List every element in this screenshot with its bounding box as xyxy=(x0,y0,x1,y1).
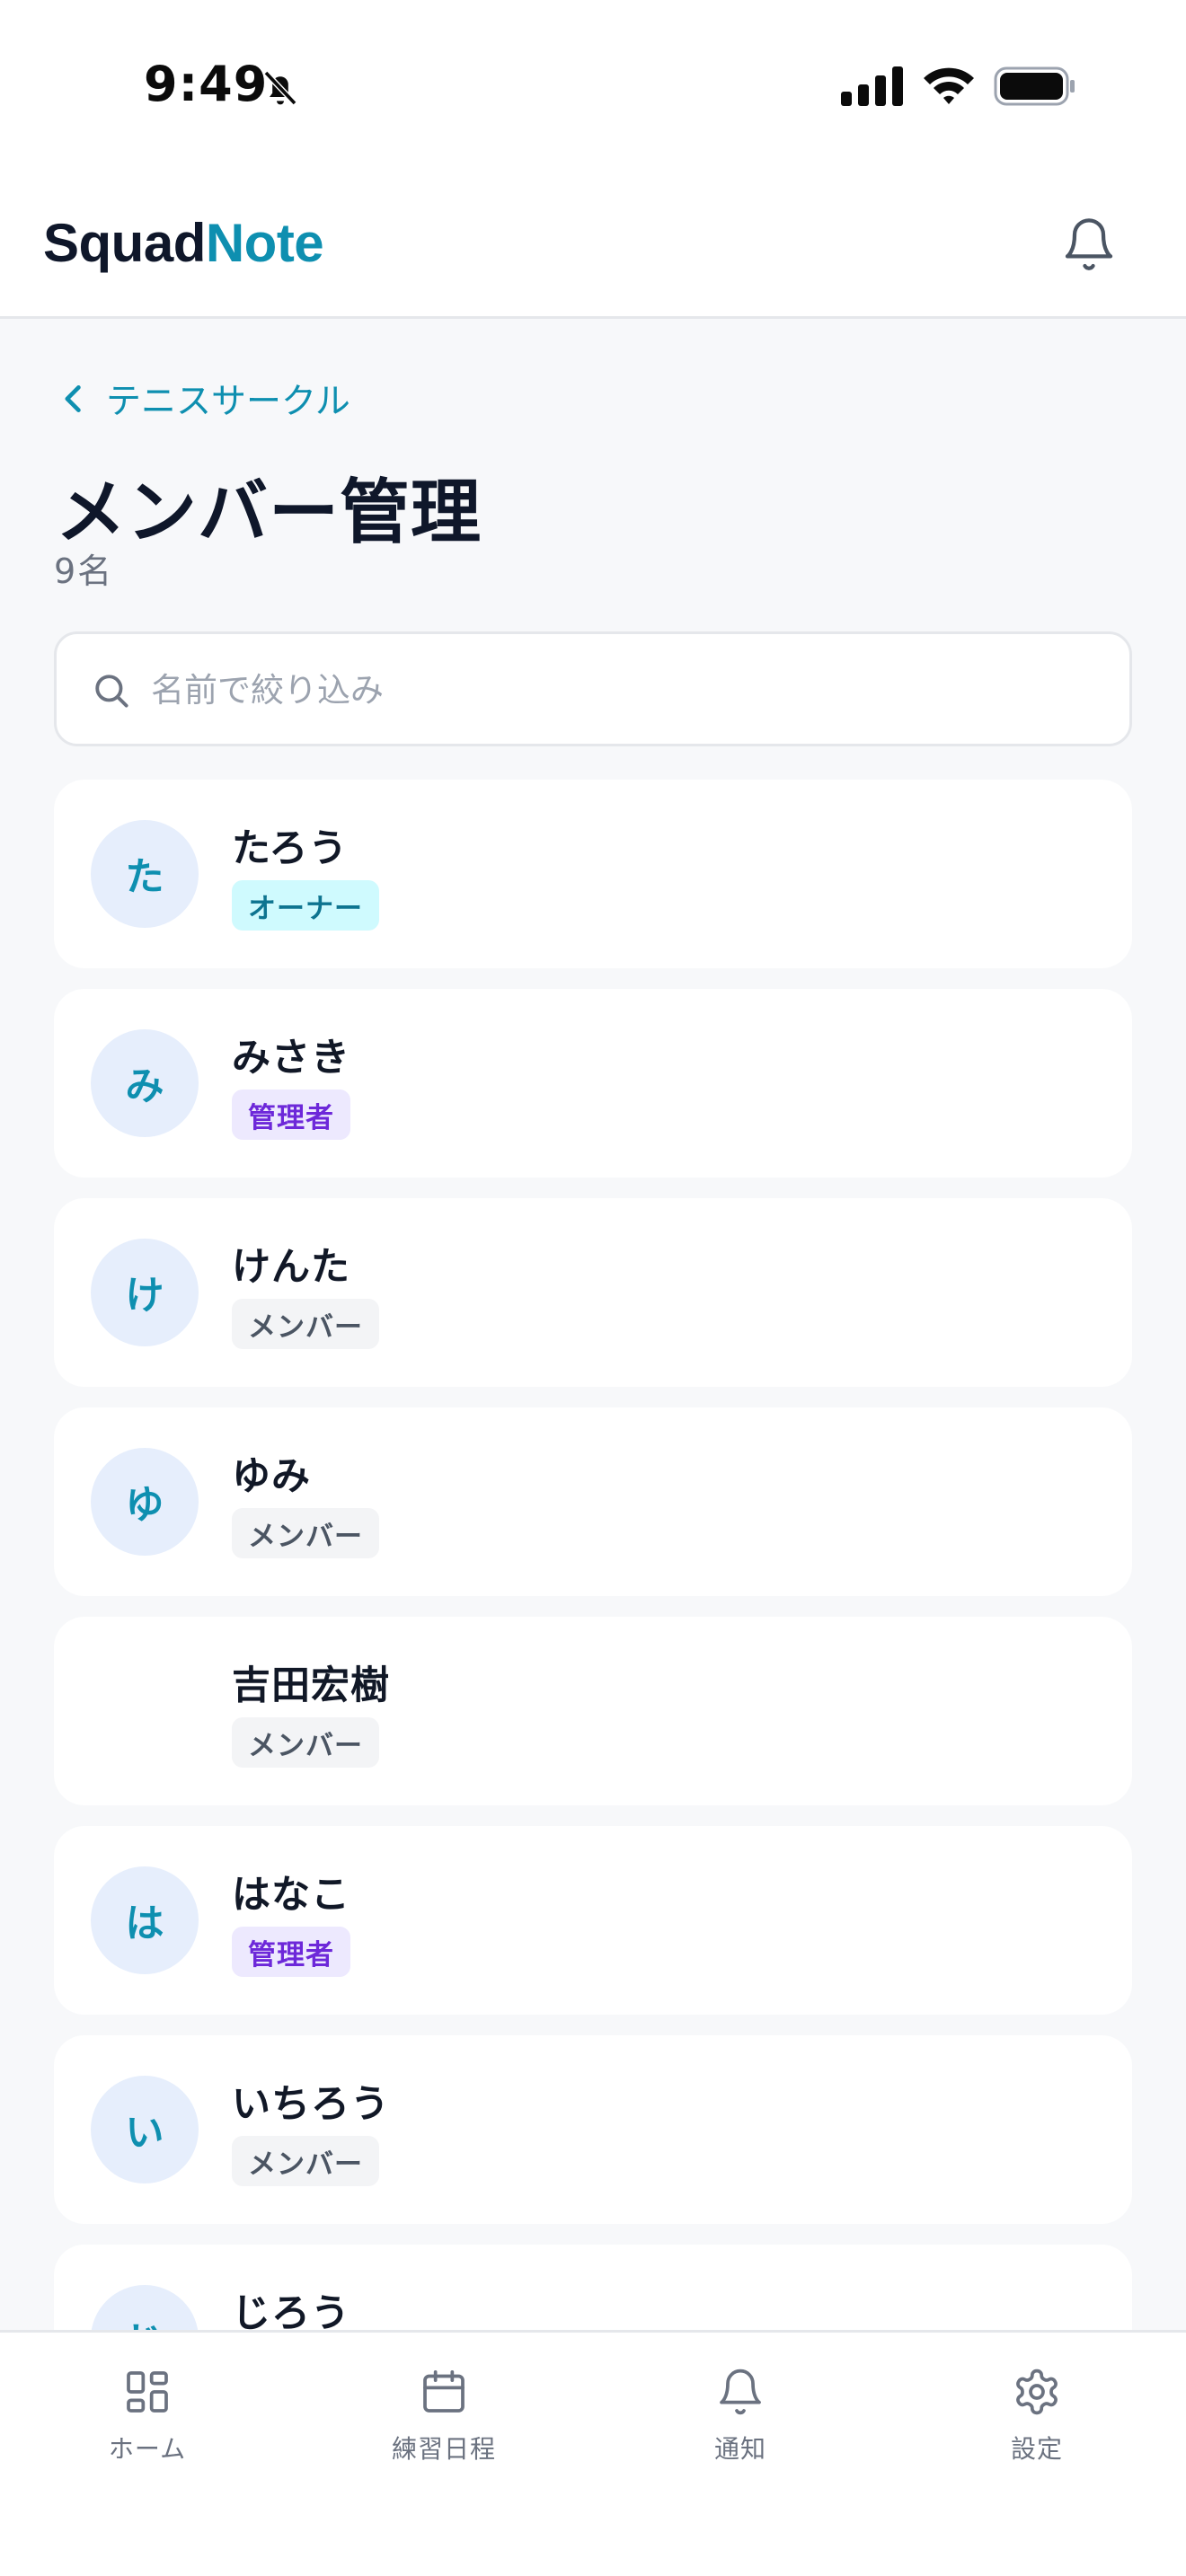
member-avatar-empty xyxy=(91,1657,199,1765)
bell-icon xyxy=(720,2369,761,2415)
member-card[interactable]: た たろう オーナー xyxy=(54,780,1132,968)
member-name: いちろう xyxy=(232,2082,390,2127)
battery-icon xyxy=(994,66,1075,106)
back-link[interactable]: テニスサークル xyxy=(61,374,350,424)
role-badge-member: メンバー xyxy=(232,1717,379,1768)
nav-label: 設定 xyxy=(1010,2434,1063,2464)
bottom-nav: ホーム 練習日程 通知 設定 xyxy=(0,2330,1186,2576)
back-link-label: テニスサークル xyxy=(106,382,350,422)
member-name: たろう xyxy=(232,826,349,871)
member-name: みさき xyxy=(232,1036,350,1081)
role-badge-admin: 管理者 xyxy=(232,1927,350,1977)
member-name: けんた xyxy=(232,1245,350,1290)
nav-item-notifications[interactable]: 通知 xyxy=(651,2367,830,2466)
nav-label: 練習日程 xyxy=(391,2434,496,2464)
chevron-left-icon xyxy=(65,385,81,412)
search-input[interactable] xyxy=(151,661,1103,719)
status-time: 9:49 xyxy=(144,56,269,112)
gear-icon xyxy=(1016,2369,1058,2415)
page-title: メンバー管理 xyxy=(56,472,482,553)
member-avatar: い xyxy=(91,2076,199,2183)
role-badge-owner: オーナー xyxy=(232,880,379,931)
calendar-icon xyxy=(423,2369,465,2413)
role-badge-member: メンバー xyxy=(232,1508,379,1558)
member-avatar: み xyxy=(91,1029,199,1137)
member-card[interactable]: 吉田宏樹 メンバー xyxy=(54,1617,1132,1805)
role-badge-member: メンバー xyxy=(232,1299,379,1349)
member-card[interactable]: み みさき 管理者 xyxy=(54,989,1132,1178)
nav-item-home[interactable]: ホーム xyxy=(58,2367,237,2466)
silent-mode-icon xyxy=(263,70,297,106)
search-icon xyxy=(95,675,128,708)
member-name: じろう xyxy=(232,2291,350,2332)
member-management-screen: 9:49 SquadNote テニスサークル メンバー管理 9名 名前で絞り込み… xyxy=(0,0,1186,2576)
member-avatar: じ xyxy=(91,2285,199,2332)
logo-part-squad: Squad xyxy=(43,213,206,273)
nav-label: ホーム xyxy=(108,2434,187,2464)
notification-bell-icon[interactable] xyxy=(1060,214,1118,275)
member-avatar: は xyxy=(91,1866,199,1974)
member-name: ゆみ xyxy=(232,1454,311,1499)
member-card[interactable]: ゆ ゆみ メンバー xyxy=(54,1407,1132,1596)
member-list: た たろう オーナー み みさき 管理者 け けんた メンバー ゆ ゆみ メンバ… xyxy=(54,780,1132,2332)
squadnote-logo[interactable]: SquadNote xyxy=(43,212,324,274)
member-name: はなこ xyxy=(232,1873,350,1918)
status-bar: 9:49 xyxy=(0,0,1186,171)
role-badge-admin: 管理者 xyxy=(232,1090,350,1140)
member-name: 吉田宏樹 xyxy=(232,1663,390,1708)
app-header: SquadNote xyxy=(0,171,1186,319)
search-box[interactable] xyxy=(54,631,1132,746)
member-card[interactable]: け けんた メンバー xyxy=(54,1198,1132,1387)
nav-item-schedule[interactable]: 練習日程 xyxy=(354,2367,534,2466)
wifi-icon xyxy=(924,67,974,104)
logo-part-note: Note xyxy=(205,213,324,273)
member-avatar: ゆ xyxy=(91,1448,199,1556)
member-card[interactable]: は はなこ 管理者 xyxy=(54,1826,1132,2015)
member-count: 9名 xyxy=(54,551,114,591)
nav-label: 通知 xyxy=(713,2434,766,2464)
nav-item-settings[interactable]: 設定 xyxy=(947,2367,1127,2466)
member-card[interactable]: い いちろう メンバー xyxy=(54,2035,1132,2224)
cellular-signal-icon xyxy=(841,66,903,106)
member-card[interactable]: じ じろう xyxy=(54,2245,1132,2332)
home-grid-icon xyxy=(127,2371,168,2413)
role-badge-member: メンバー xyxy=(232,2136,379,2186)
member-avatar: た xyxy=(91,820,199,928)
member-avatar: け xyxy=(91,1239,199,1346)
